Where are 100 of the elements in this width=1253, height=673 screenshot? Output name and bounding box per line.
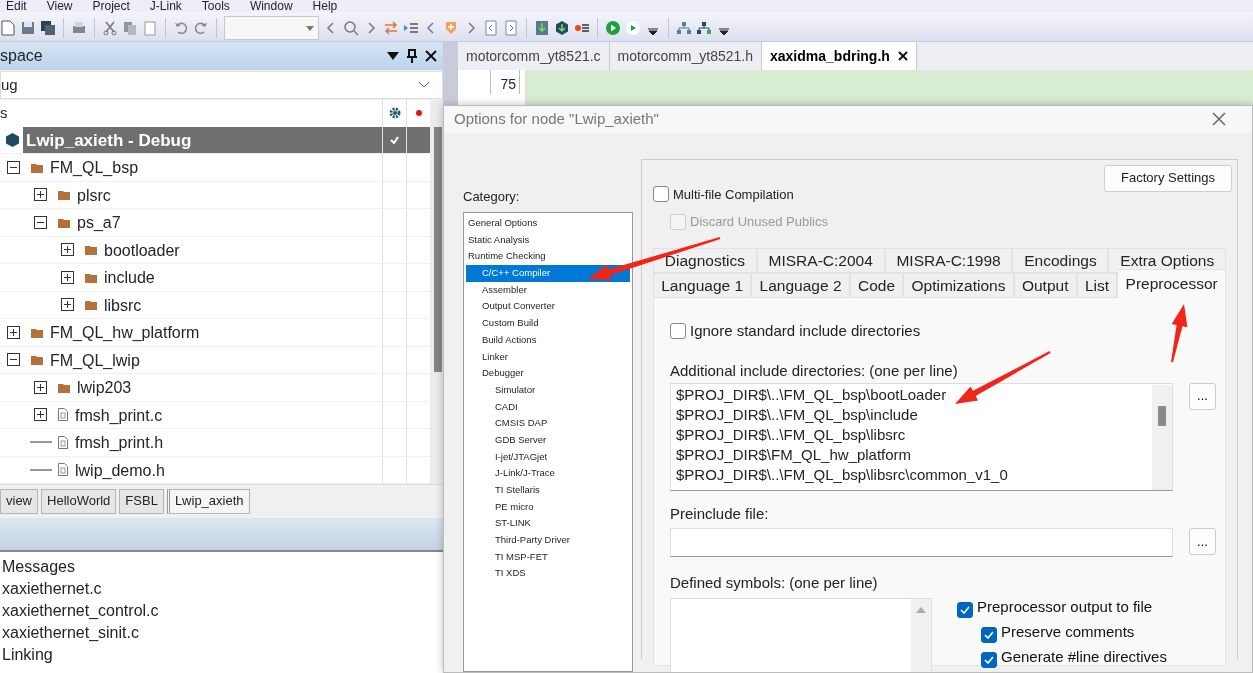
tab[interactable]: HelloWorld <box>41 489 117 515</box>
search-icon[interactable] <box>343 20 359 36</box>
tree-item[interactable]: lwip203 <box>74 374 382 401</box>
expand-toggle[interactable] <box>7 160 20 174</box>
checkbox[interactable] <box>670 322 686 339</box>
tree-item[interactable]: include <box>101 264 382 291</box>
category-item[interactable]: Static Analysis <box>466 231 630 249</box>
page-left-icon[interactable] <box>483 20 499 36</box>
tree-item[interactable]: FM_QL_hw_platform <box>47 319 382 346</box>
tab[interactable]: MISRA-C:1998 <box>884 247 1013 273</box>
redo-icon[interactable] <box>193 20 209 36</box>
category-item[interactable]: Simulator <box>466 381 630 399</box>
tab[interactable]: Lwip_axieth <box>166 489 250 515</box>
scrollbar[interactable] <box>1152 384 1172 490</box>
tab[interactable]: Language 1 <box>653 272 752 298</box>
scrollbar-thumb[interactable] <box>434 126 442 372</box>
category-item[interactable]: TI Stellaris <box>466 482 630 499</box>
category-item[interactable]: Build Actions <box>466 331 630 349</box>
expand-toggle[interactable] <box>61 243 74 257</box>
checkbox[interactable] <box>653 186 669 203</box>
dropdown-icon[interactable] <box>387 52 399 60</box>
expand-toggle[interactable] <box>7 325 20 339</box>
network-run-icon[interactable] <box>696 20 712 36</box>
download-icon[interactable] <box>534 20 550 36</box>
category-item[interactable]: J-Link/J-Trace <box>466 465 630 482</box>
hexagon-icon[interactable] <box>554 20 570 36</box>
include-directories-field[interactable]: $PROJ_DIR$\..\FM_QL_bsp\bootLoader $PROJ_DIR$\..\FM_QL_bsp\include $PROJ_DIR$\..\FM_QL_bsp\libsrc $PROJ_DIR$\FM_QL_hw_platform $PROJ_DIR$\..\FM_QL_bsp\libsrc\common_v1_0 <box>670 382 1173 491</box>
tree-item[interactable]: FM_QL_bsp <box>47 154 382 181</box>
tree-item[interactable]: libsrc <box>101 291 382 319</box>
tab[interactable]: view <box>0 489 38 515</box>
tree-item[interactable]: plsrc <box>74 181 382 209</box>
factory-settings-button[interactable]: Factory Settings <box>1104 164 1232 192</box>
checkbox[interactable] <box>981 626 997 643</box>
pin-icon[interactable] <box>407 49 417 63</box>
tree-item[interactable]: lwip_demo.h <box>72 456 382 484</box>
browse-button[interactable]: ... <box>1189 382 1216 410</box>
category-item[interactable]: General Options <box>466 215 630 232</box>
expand-toggle[interactable] <box>34 188 47 202</box>
category-item[interactable]: Runtime Checking <box>466 248 630 266</box>
network-icon[interactable] <box>676 20 692 36</box>
category-item[interactable]: ST-LINK <box>466 515 630 533</box>
menu-item[interactable]: View <box>46 0 73 12</box>
category-item[interactable]: Custom Build <box>466 315 630 332</box>
swap-arrows-icon[interactable] <box>383 20 399 36</box>
category-item[interactable]: Third-Party Driver <box>466 532 630 549</box>
tab[interactable]: Encodings <box>1012 247 1109 273</box>
expand-toggle[interactable] <box>34 408 47 422</box>
tree-item[interactable]: FM_QL_lwip <box>47 346 382 374</box>
expand-toggle[interactable] <box>34 380 47 394</box>
tree-item[interactable]: Lwip_axieth - Debug <box>23 126 382 154</box>
category-item[interactable]: PE micro <box>466 498 630 516</box>
category-item[interactable]: Debugger <box>466 365 630 382</box>
menu-item[interactable]: Window <box>249 0 293 12</box>
scrollbar[interactable] <box>911 598 931 672</box>
configuration-dropdown[interactable]: ug <box>0 71 443 99</box>
category-item[interactable]: Output Converter <box>466 298 630 316</box>
category-item[interactable]: CMSIS DAP <box>466 415 630 432</box>
category-item[interactable]: TI XDS <box>466 565 630 583</box>
tree-item[interactable]: bootloader <box>101 236 382 264</box>
category-item[interactable]: CADI <box>466 398 630 416</box>
expand-toggle[interactable] <box>7 353 20 367</box>
preinclude-field[interactable] <box>670 528 1173 557</box>
scrollbar[interactable] <box>430 99 443 485</box>
menu-item[interactable]: Tools <box>201 0 230 12</box>
undo-icon[interactable] <box>173 20 189 36</box>
menu-item[interactable]: Edit <box>6 0 27 12</box>
page-right-icon[interactable] <box>503 20 519 36</box>
save-all-icon[interactable] <box>40 20 56 36</box>
editor-tab[interactable]: xaxidma_bdring.h <box>762 42 917 70</box>
defined-symbols-field[interactable] <box>670 597 932 672</box>
expand-toggle[interactable] <box>34 215 47 229</box>
arrow-list-icon[interactable] <box>403 20 419 36</box>
tab[interactable]: FSBL <box>119 489 164 515</box>
category-item[interactable]: Linker <box>466 348 630 366</box>
scrollbar-thumb[interactable] <box>1158 405 1166 426</box>
menu-item[interactable]: Help <box>312 0 338 12</box>
copy-icon[interactable] <box>122 20 138 36</box>
menu-item[interactable]: J-Link <box>149 0 182 12</box>
tab[interactable]: Preprocessor <box>1117 268 1226 298</box>
tab[interactable]: Language 2 <box>751 272 850 298</box>
browse-button[interactable]: ... <box>1189 528 1216 555</box>
tree-item[interactable]: fmsh_print.h <box>72 429 382 456</box>
tab[interactable]: Diagnostics <box>653 247 757 273</box>
cut-icon[interactable] <box>102 20 118 36</box>
play-icon[interactable] <box>605 20 621 36</box>
menu-item[interactable]: Project <box>92 0 130 12</box>
expand-toggle[interactable] <box>61 270 74 284</box>
scroll-up-icon[interactable] <box>916 606 926 613</box>
expand-toggle[interactable] <box>61 298 74 312</box>
tab[interactable]: MISRA-C:2004 <box>756 247 885 273</box>
close-icon[interactable] <box>897 51 908 61</box>
category-item[interactable]: I-jet/JTAGjet <box>466 448 630 466</box>
category-item[interactable]: Assembler <box>466 281 630 299</box>
tab[interactable]: Optimizations <box>903 272 1014 298</box>
close-icon[interactable] <box>425 50 437 62</box>
tree-item[interactable]: ps_a7 <box>74 209 382 236</box>
category-item[interactable]: GDB Server <box>466 431 630 449</box>
save-icon[interactable] <box>20 20 36 36</box>
tree-item[interactable]: fmsh_print.c <box>72 401 382 429</box>
new-file-icon[interactable] <box>0 20 16 36</box>
